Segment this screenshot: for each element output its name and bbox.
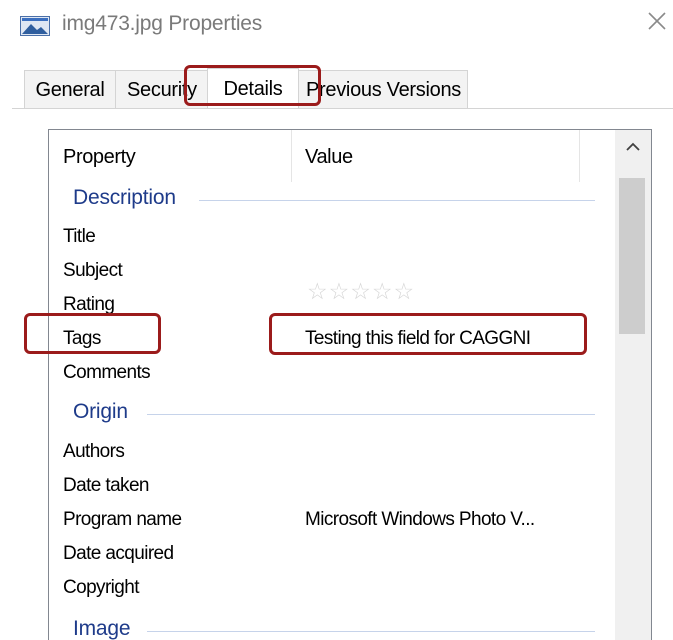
group-header-origin: Origin [73,400,128,423]
column-header-property[interactable]: Property [63,146,136,169]
star-icon[interactable]: ☆ [329,278,351,304]
vertical-scrollbar[interactable] [615,130,651,640]
close-icon[interactable] [646,10,668,32]
scrollbar-thumb[interactable] [619,178,645,334]
title-bar: img473.jpg Properties [0,0,673,52]
tab-strip: General Security Details Previous Versio… [24,68,673,110]
property-title[interactable]: Title [63,226,96,248]
property-program-name[interactable]: Program name [63,509,182,531]
column-header-value[interactable]: Value [305,146,353,169]
group-header-description: Description [73,186,176,209]
chevron-up-icon[interactable] [615,130,651,164]
column-divider-end [579,130,580,182]
group-divider [147,414,595,415]
value-program-name[interactable]: Microsoft Windows Photo V... [305,509,535,531]
star-icon[interactable]: ☆ [372,278,394,304]
property-authors[interactable]: Authors [63,441,125,463]
details-panel: Property Value Description Title Subject… [12,109,673,640]
list-header: Property Value [49,130,615,186]
column-divider[interactable] [291,130,292,182]
property-date-acquired[interactable]: Date acquired [63,543,174,565]
group-divider [199,200,595,201]
property-subject[interactable]: Subject [63,260,123,282]
tab-previous-versions[interactable]: Previous Versions [298,70,468,108]
image-file-icon [20,16,50,36]
star-icon[interactable]: ☆ [350,278,372,304]
property-copyright[interactable]: Copyright [63,577,140,599]
property-date-taken[interactable]: Date taken [63,475,150,497]
window-title: img473.jpg Properties [62,12,263,35]
highlight-tags-label [24,313,161,354]
highlight-tags-value [269,313,587,355]
property-comments[interactable]: Comments [63,362,151,384]
star-icon[interactable]: ☆ [307,278,329,304]
rating-stars[interactable]: ☆☆☆☆☆ [307,278,415,305]
group-header-image: Image [73,617,131,640]
properties-list[interactable]: Property Value Description Title Subject… [48,129,652,640]
star-icon[interactable]: ☆ [394,278,416,304]
tab-general[interactable]: General [24,70,116,108]
highlight-details-tab [184,65,321,106]
